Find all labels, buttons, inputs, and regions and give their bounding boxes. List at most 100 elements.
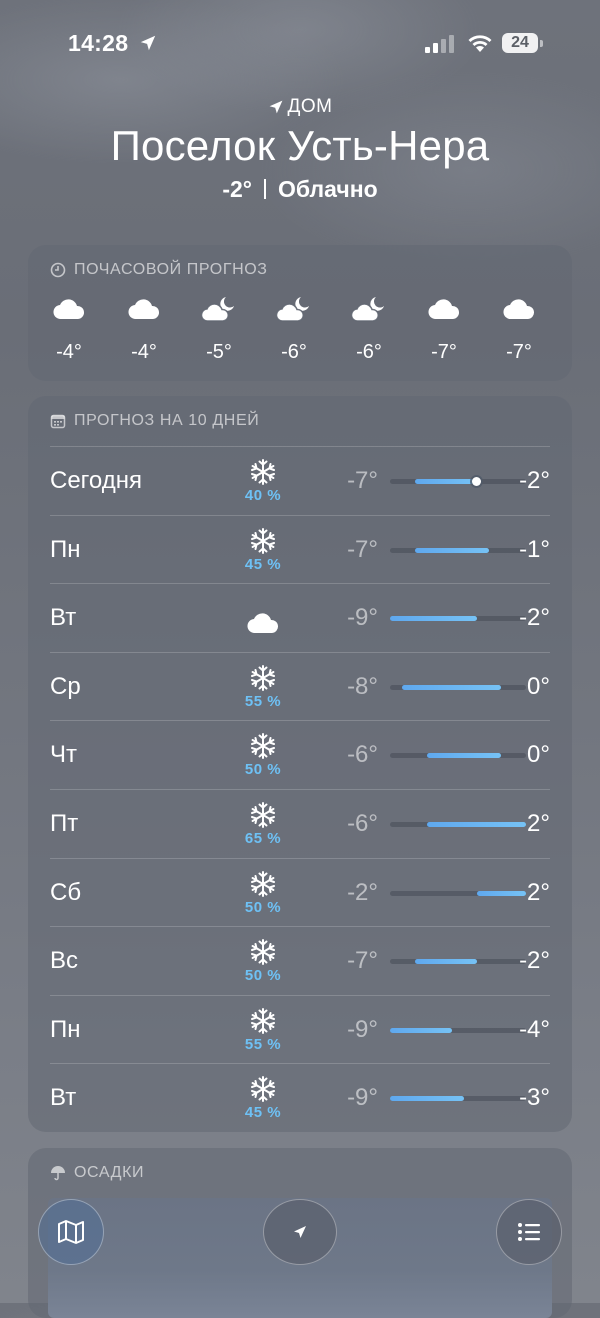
umbrella-icon <box>51 1166 65 1181</box>
low-temp: -7° <box>347 535 378 563</box>
forecast-day-row[interactable]: Вс 50 % -7° -2° <box>50 926 550 995</box>
temp-range-bar <box>390 477 526 486</box>
temp-range-bar <box>390 959 526 965</box>
temp-range-fill <box>390 1096 465 1102</box>
day-label: Вт <box>50 604 77 632</box>
day-label: Сегодня <box>50 467 142 494</box>
temp-range-fill <box>414 959 477 965</box>
high-temp: 2° <box>527 810 550 837</box>
ten-day-forecast-header: ПРОГНОЗ НА 10 ДНЕЙ <box>50 412 259 430</box>
hourly-temp: -7° <box>431 341 457 363</box>
city-list-button[interactable] <box>496 1199 562 1265</box>
hourly-item: -7° <box>409 293 479 364</box>
cloud-icon <box>34 293 104 325</box>
temp-range-fill <box>390 616 477 622</box>
forecast-day-row[interactable]: Ср 55 % -8° 0° <box>50 651 550 721</box>
low-temp: -6° <box>347 741 378 769</box>
temp-range-fill <box>476 890 526 896</box>
hourly-temp: -7° <box>506 341 532 363</box>
location-header: ДОМ Поселок Усть-Нера -2° Облачно <box>0 96 600 203</box>
hourly-temp: -6° <box>356 341 382 363</box>
clock-icon <box>50 262 66 278</box>
low-temp: -9° <box>347 604 378 632</box>
location-button[interactable] <box>263 1199 337 1265</box>
location-arrow-icon <box>140 35 156 51</box>
temp-range-fill <box>390 1027 452 1033</box>
current-temp-dot <box>472 477 482 486</box>
battery-level: 24 <box>502 33 538 53</box>
hourly-item: -7° <box>484 293 554 364</box>
hourly-item: -6° <box>259 293 329 364</box>
ten-day-forecast-title: ПРОГНОЗ НА 10 ДНЕЙ <box>74 412 260 429</box>
divider <box>264 179 266 199</box>
map-icon <box>58 1220 84 1244</box>
precipitation-title: ОСАДКИ <box>74 1164 145 1181</box>
low-temp: -9° <box>347 1084 378 1112</box>
temp-range-fill <box>402 684 502 690</box>
forecast-day-row[interactable]: Чт 50 % -6° 0° <box>50 720 550 789</box>
hourly-item: -4° <box>34 293 104 364</box>
status-bar: 14:28 24 <box>0 0 600 90</box>
hourly-forecast-card[interactable]: ПОЧАСОВОЙ ПРОГНОЗ -4° -4° -5° -6° -6° -7° -7° <box>28 245 572 381</box>
temp-range-bar <box>390 1096 526 1102</box>
high-temp: -1° <box>519 535 550 563</box>
forecast-day-row[interactable]: Пн 55 % -9° -4° <box>50 994 550 1064</box>
high-temp: 0° <box>527 741 550 769</box>
forecast-day-row[interactable]: Сб 50 % -2° 2° <box>50 857 550 927</box>
ten-day-forecast-card[interactable]: ПРОГНОЗ НА 10 ДНЕЙ Сегодня 40 % -7° -2° Пн 45… <box>28 396 572 1132</box>
hourly-item: -4° <box>109 293 179 364</box>
hourly-temp: -4° <box>131 341 157 363</box>
temp-range-bar <box>390 547 526 553</box>
calendar-icon <box>50 414 66 429</box>
hourly-temp: -4° <box>56 341 82 363</box>
hourly-temp: -6° <box>281 341 307 363</box>
city-name: Поселок Усть-Нера <box>110 122 490 169</box>
low-temp: -2° <box>347 878 378 906</box>
day-label: Чт <box>50 741 77 769</box>
low-temp: -6° <box>347 810 378 837</box>
day-label: Вс <box>50 947 79 975</box>
forecast-day-row[interactable]: Вт -9° -2° <box>50 583 550 652</box>
precipitation-header: ОСАДКИ <box>50 1164 144 1182</box>
forecast-day-row[interactable]: Пн 45 % -7° -1° <box>50 514 550 584</box>
battery-tip <box>540 40 543 47</box>
cloud-moon-icon <box>184 293 254 325</box>
cellular-signal-icon <box>425 35 454 53</box>
day-label: Сб <box>50 878 82 906</box>
battery-indicator: 24 <box>502 33 544 55</box>
high-temp: -2° <box>519 947 550 975</box>
location-arrow-icon <box>269 100 282 114</box>
temp-range-fill <box>414 479 477 484</box>
status-time: 14:28 <box>68 30 129 56</box>
high-temp: 0° <box>527 672 550 700</box>
temp-range-bar <box>390 822 526 827</box>
forecast-day-row[interactable]: Пт 65 % -6° 2° <box>50 789 550 858</box>
low-temp: -7° <box>347 467 378 494</box>
temp-range-fill <box>427 753 502 759</box>
current-conditions: -2° Облачно <box>0 176 600 203</box>
low-temp: -8° <box>347 672 378 700</box>
low-temp: -9° <box>347 1015 378 1043</box>
day-label: Ср <box>50 672 81 700</box>
day-label: Вт <box>50 1084 77 1112</box>
high-temp: -4° <box>519 1015 550 1043</box>
low-temp: -7° <box>347 947 378 975</box>
day-label: Пт <box>50 810 79 837</box>
temp-range-bar <box>390 753 526 759</box>
hourly-item: -5° <box>184 293 254 364</box>
forecast-day-row[interactable]: Сегодня 40 % -7° -2° <box>50 446 550 515</box>
hourly-forecast-title: ПОЧАСОВОЙ ПРОГНОЗ <box>74 261 268 278</box>
cloud-moon-icon <box>334 293 404 325</box>
temp-range-bar <box>390 1027 526 1033</box>
hourly-temp: -5° <box>206 341 232 363</box>
day-label: Пн <box>50 535 81 563</box>
temp-range-bar <box>390 684 526 690</box>
high-temp: -2° <box>519 604 550 632</box>
cloud-icon <box>109 293 179 325</box>
high-temp: -2° <box>519 467 550 494</box>
temp-range-fill <box>427 822 526 827</box>
current-condition: Облачно <box>278 176 378 202</box>
map-button[interactable] <box>38 1199 104 1265</box>
day-label: Пн <box>50 1015 81 1043</box>
forecast-day-row[interactable]: Вт 45 % -9° -3° <box>50 1063 550 1132</box>
